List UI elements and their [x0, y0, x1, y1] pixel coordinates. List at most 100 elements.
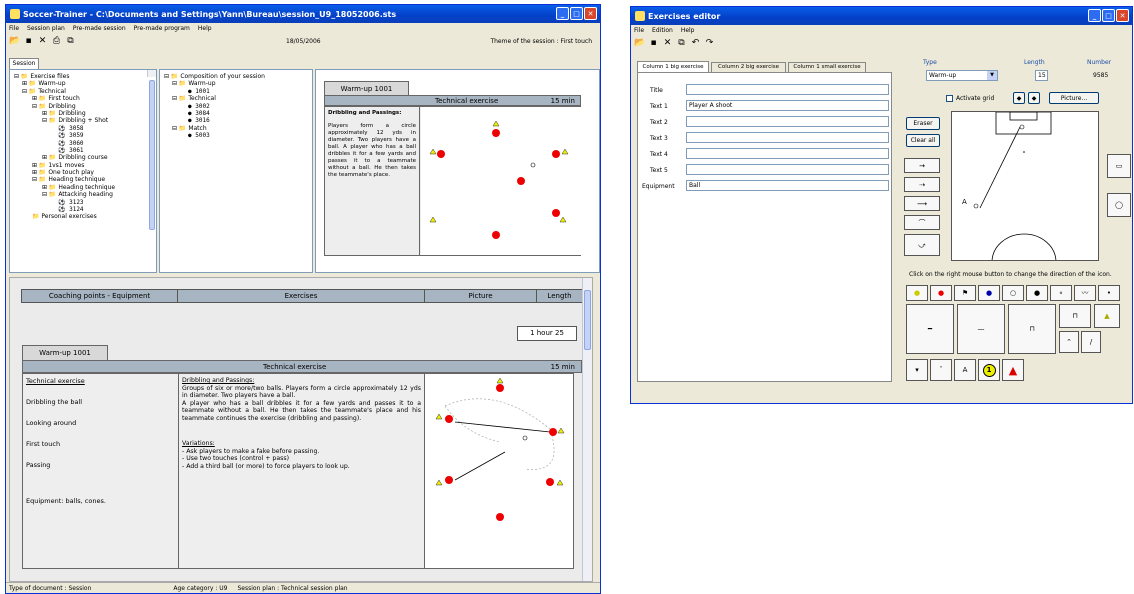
menu-edition[interactable]: Edition [652, 27, 673, 34]
editor-tab-2[interactable]: Column 2 big exercise [711, 62, 786, 72]
dot-tool[interactable]: • [1098, 285, 1120, 301]
diagonal-line-tool[interactable]: / [1081, 331, 1101, 353]
black-player-tool[interactable]: ● [1026, 285, 1048, 301]
rotate-left-button[interactable]: ◆ [1013, 92, 1025, 104]
small-marker-tool[interactable]: ˇ [930, 359, 952, 381]
curve-tool[interactable]: ⌒ [904, 215, 940, 230]
dotted-arrow-tool[interactable]: ⇢ [904, 177, 940, 192]
cone-tool[interactable]: ▲ [1094, 304, 1120, 328]
copy-icon[interactable]: ⧉ [676, 38, 687, 48]
letter-tool[interactable]: A [954, 359, 976, 381]
tree-node[interactable]: ⚽ 3059 [12, 132, 154, 139]
scroll-thumb[interactable] [149, 80, 155, 230]
type-select[interactable]: Warm-up ▼ [926, 70, 998, 81]
col-length[interactable]: Length [537, 290, 582, 302]
ball-tool[interactable]: ∘ [1050, 285, 1072, 301]
tree-scrollbar[interactable] [147, 70, 156, 230]
menu-file[interactable]: File [634, 27, 644, 34]
tree-node[interactable]: ● 3002 [162, 103, 310, 110]
tree-node[interactable]: ⊞ 📁 First touch [12, 95, 154, 102]
tree-node[interactable]: ● 3016 [162, 117, 310, 124]
rotate-right-button[interactable]: ◆ [1028, 92, 1040, 104]
bold-arrow-tool[interactable]: ⟶ [904, 196, 940, 211]
editor-tab-3[interactable]: Column 1 small exercise [788, 62, 866, 72]
maximize-button[interactable]: □ [1102, 9, 1115, 22]
menu-help[interactable]: Help [198, 25, 212, 32]
open-folder-icon[interactable]: 📂 [634, 38, 645, 48]
equipment-input[interactable]: Ball [686, 180, 889, 191]
goal-tool[interactable]: ⊓ [1008, 304, 1056, 354]
thick-line-tool[interactable]: ━ [906, 304, 954, 354]
menu-help[interactable]: Help [681, 27, 695, 34]
tree-node[interactable]: ⊞ 📁 Heading technique [12, 184, 154, 191]
exercise-tree[interactable]: ⊟ 📁 Exercise files ⊞ 📁 Warm-up ⊟ 📁 Techn… [9, 69, 157, 273]
tree-node[interactable]: ⊟ 📁 Match [162, 125, 310, 132]
tree-node[interactable]: ● 1001 [162, 88, 310, 95]
tree-node[interactable]: 📁 Personal exercises [12, 213, 154, 220]
large-marker-tool[interactable]: ▾ [906, 359, 928, 381]
text1-input[interactable]: Player A shoot [686, 100, 889, 111]
chevron-down-icon[interactable]: ▼ [987, 71, 997, 80]
curve-arrow-tool[interactable]: ⤻ [904, 234, 940, 256]
tree-node[interactable]: ⊟ 📁 Technical [12, 88, 154, 95]
tree-node[interactable]: ⊞ 📁 Dribbling course [12, 154, 154, 161]
redo-icon[interactable]: ↷ [704, 38, 715, 48]
open-folder-icon[interactable]: 📂 [9, 36, 20, 46]
session-composition[interactable]: ⊟ 📁 Composition of your session ⊟ 📁 Warm… [159, 69, 313, 273]
tree-node[interactable]: ⚽ 3061 [12, 147, 154, 154]
menu-session-plan[interactable]: Session plan [27, 25, 65, 32]
tree-node[interactable]: ⊟ 📁 Technical [162, 95, 310, 102]
line-arrow-tool[interactable]: → [904, 158, 940, 173]
tree-node[interactable]: ● 5003 [162, 132, 310, 139]
maximize-button[interactable]: □ [570, 7, 583, 20]
tree-node[interactable]: ⊟ 📁 Warm-up [162, 80, 310, 87]
arc-tool[interactable]: ⌃ [1059, 331, 1079, 353]
tree-node[interactable]: ⚽ 3124 [12, 206, 154, 213]
copy-icon[interactable]: ⧉ [65, 36, 76, 46]
text5-input[interactable] [686, 164, 889, 175]
tree-node[interactable]: ⊞ 📁 Warm-up [12, 80, 154, 87]
col-coaching-points[interactable]: Coaching points - Equipment [22, 290, 178, 302]
activate-grid-checkbox[interactable] [946, 95, 953, 102]
undo-icon[interactable]: ↶ [690, 38, 701, 48]
tree-node[interactable]: ⊞ 📁 Dribbling [12, 110, 154, 117]
clear-all-button[interactable]: Clear all [906, 134, 940, 147]
save-icon[interactable]: ▪ [648, 38, 659, 48]
text4-input[interactable] [686, 148, 889, 159]
tree-node[interactable]: ⊞ 📁 One touch play [12, 169, 154, 176]
tree-node[interactable]: ⊟ 📁 Dribbling [12, 103, 154, 110]
tree-node[interactable]: ⊟ 📁 Heading technique [12, 176, 154, 183]
title-input[interactable] [686, 84, 889, 95]
editor-tab-1[interactable]: Column 1 big exercise [637, 61, 709, 72]
eraser-button[interactable]: Eraser [906, 117, 940, 130]
session-tab[interactable]: Session [9, 58, 39, 69]
menu-premade-session[interactable]: Pre-made session [73, 25, 126, 32]
text3-input[interactable] [686, 132, 889, 143]
red-player-tool[interactable]: ● [930, 285, 952, 301]
exercise-tab[interactable]: Warm-up 1001 [22, 345, 108, 360]
delete-icon[interactable]: ✕ [37, 36, 48, 46]
preview-tab[interactable]: Warm-up 1001 [324, 81, 409, 95]
minimize-button[interactable]: _ [556, 7, 569, 20]
delete-icon[interactable]: ✕ [662, 38, 673, 48]
menu-file[interactable]: File [9, 25, 19, 32]
warning-icon[interactable]: ▲ [1002, 359, 1024, 381]
tree-node[interactable]: ⊟ 📁 Exercise files [12, 73, 154, 80]
length-input[interactable]: 15 [1035, 70, 1048, 81]
thin-line-tool[interactable]: — [957, 304, 1005, 354]
close-button[interactable]: ✕ [584, 7, 597, 20]
tree-node[interactable]: ⚽ 3123 [12, 199, 154, 206]
text2-input[interactable] [686, 116, 889, 127]
zigzag-tool[interactable]: 〰 [1074, 285, 1096, 301]
tree-node[interactable]: ⊞ 📁 1vs1 moves [12, 162, 154, 169]
tree-node[interactable]: ⊟ 📁 Dribbling + Shot [12, 117, 154, 124]
pitch-canvas[interactable]: A [951, 111, 1099, 261]
circle-tool[interactable]: ◯ [1107, 193, 1131, 217]
tree-node[interactable]: ⚽ 3060 [12, 140, 154, 147]
blue-player-tool[interactable]: ● [978, 285, 1000, 301]
white-player-tool[interactable]: ○ [1002, 285, 1024, 301]
plan-scrollbar[interactable] [582, 278, 592, 581]
small-goal-tool[interactable]: ⊓ [1059, 304, 1091, 328]
tree-node[interactable]: ⊟ 📁 Composition of your session [162, 73, 310, 80]
rectangle-tool[interactable]: ▭ [1107, 154, 1131, 178]
